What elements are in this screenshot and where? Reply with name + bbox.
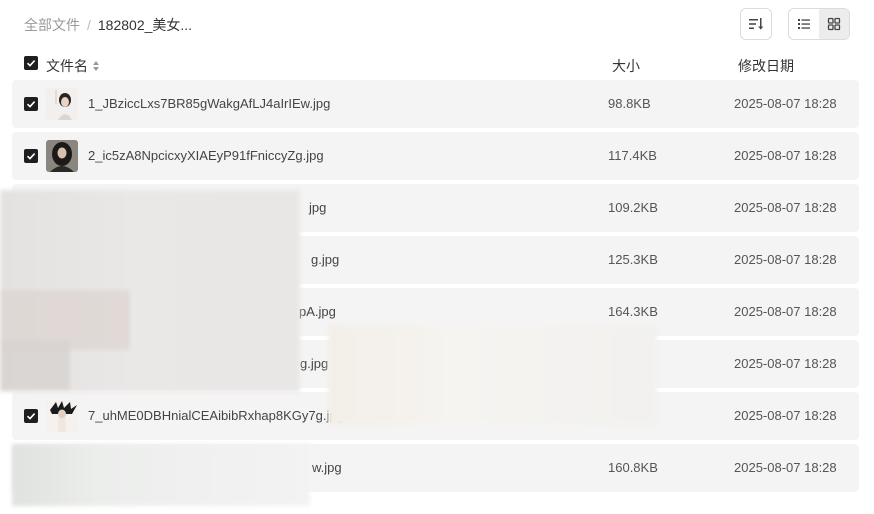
file-size: 164.3KB [608,304,658,319]
image-thumbnail [46,88,78,120]
table-header: 文件名 大小 修改日期 [0,52,874,76]
list-view-button[interactable] [789,9,819,39]
row-checkbox[interactable] [24,149,38,163]
file-name[interactable]: g.jpg [311,252,339,267]
select-all-checkbox[interactable] [24,56,38,70]
image-thumbnail [46,140,78,172]
column-header-name[interactable]: 文件名 [46,56,100,76]
file-date: 2025-08-07 18:28 [734,148,837,163]
sort-arrows-icon [93,61,99,71]
table-row[interactable]: 2_ic5zA8NpcicxyXIAEyP91fFniccyZg.jpg 117… [12,132,859,180]
file-name[interactable]: 7_uhME0DBHnialCEAibibRxhap8KGy7g.jpg [88,408,344,423]
grid-view-icon [827,17,841,31]
file-size: 125.3KB [608,252,658,267]
file-name[interactable]: 2_ic5zA8NpcicxyXIAEyP91fFniccyZg.jpg [88,148,324,163]
check-icon [26,60,36,67]
file-name[interactable]: g.jpg [300,356,328,371]
view-toggle [788,8,850,40]
file-size: 160.8KB [608,460,658,475]
blurred-overlay [12,444,310,506]
file-date: 2025-08-07 18:28 [734,460,837,475]
breadcrumb: 全部文件 / 182802_美女... [24,15,192,35]
file-name[interactable]: pA.jpg [299,304,336,319]
file-size: 109.2KB [608,200,658,215]
blurred-overlay [328,325,657,425]
file-name[interactable]: jpg [309,200,326,215]
file-date: 2025-08-07 18:28 [734,408,837,423]
check-icon [26,153,36,160]
file-date: 2025-08-07 18:28 [734,200,837,215]
grid-view-button[interactable] [819,9,849,39]
file-date: 2025-08-07 18:28 [734,252,837,267]
check-icon [26,413,36,420]
breadcrumb-separator: / [87,17,91,33]
image-thumbnail [46,400,78,432]
file-date: 2025-08-07 18:28 [734,304,837,319]
sort-button[interactable] [740,8,772,40]
check-icon [26,101,36,108]
row-checkbox[interactable] [24,409,38,423]
sort-lines-icon [749,18,764,30]
table-row[interactable]: 1_JBziccLxs7BR85gWakgAfLJ4aIrIEw.jpg 98.… [12,80,859,128]
list-view-icon [798,19,810,29]
file-size: 117.4KB [608,148,657,163]
file-date: 2025-08-07 18:28 [734,356,837,371]
file-date: 2025-08-07 18:28 [734,96,837,111]
breadcrumb-root-link[interactable]: 全部文件 [24,15,80,35]
breadcrumb-current-folder: 182802_美女... [97,17,193,33]
column-header-name-label: 文件名 [46,58,88,74]
column-header-size[interactable]: 大小 [612,56,640,76]
file-name[interactable]: 1_JBziccLxs7BR85gWakgAfLJ4aIrIEw.jpg [88,96,330,111]
blurred-overlay [0,190,300,392]
file-name[interactable]: w.jpg [312,460,342,475]
file-size: 98.8KB [608,96,651,111]
column-header-date[interactable]: 修改日期 [738,56,794,76]
row-checkbox[interactable] [24,97,38,111]
